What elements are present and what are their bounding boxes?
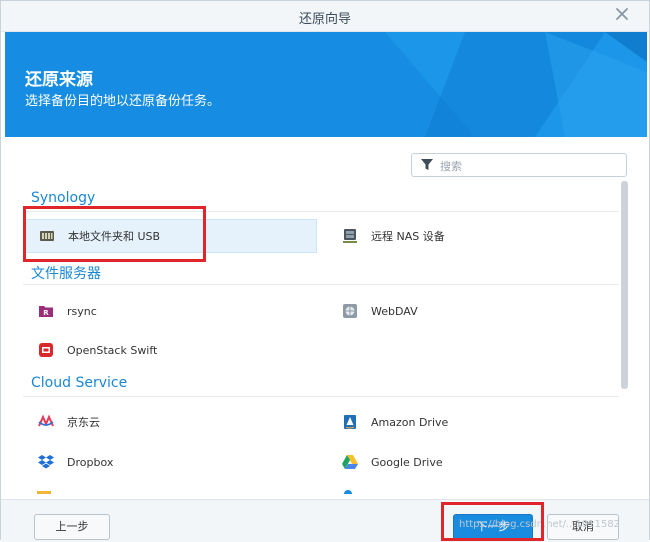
source-item-label: WebDAV — [371, 304, 418, 318]
divider — [23, 211, 619, 212]
group-label-cloud-service: Cloud Service — [31, 375, 128, 391]
banner-subtitle: 选择备份目的地以还原备份任务。 — [25, 94, 221, 109]
source-item-label: 本地文件夹和 USB — [68, 230, 161, 243]
source-item-openstack-swift[interactable]: OpenStack Swift — [25, 333, 317, 367]
source-item-webdav[interactable]: WebDAV — [329, 294, 621, 328]
source-item-amazon-drive[interactable]: Amazon Drive — [329, 405, 621, 439]
source-item-label: Amazon Drive — [371, 415, 449, 429]
title-bar: 还原向导 — [1, 1, 649, 32]
search-box[interactable] — [411, 153, 627, 177]
google-drive-icon — [341, 453, 359, 471]
source-item-dropbox[interactable]: Dropbox — [25, 445, 317, 479]
next-row-icon-partial — [37, 491, 51, 494]
openstack-swift-icon — [37, 341, 55, 359]
source-item-google-drive[interactable]: Google Drive — [329, 445, 621, 479]
amazon-drive-icon — [341, 413, 359, 431]
source-item-label: 京东云 — [67, 416, 100, 429]
group-label-file-server: 文件服务器 — [31, 266, 101, 282]
back-button[interactable]: 上一步 — [34, 514, 110, 540]
divider — [23, 284, 619, 285]
source-item-label: Dropbox — [67, 455, 114, 469]
filter-icon — [421, 159, 433, 170]
restore-wizard-dialog: 还原向导 还原来源 选择备份目的地以还原备份任务。 Synology 本地文件夹… — [0, 0, 650, 542]
next-row-icon-partial — [344, 490, 352, 494]
webdav-icon — [341, 302, 359, 320]
close-icon[interactable] — [613, 5, 631, 23]
source-item-label: Google Drive — [371, 455, 443, 469]
dropbox-icon — [37, 453, 55, 471]
rsync-icon: R — [37, 302, 55, 320]
jdcloud-icon — [37, 413, 55, 431]
svg-text:R: R — [43, 309, 49, 317]
watermark-text: https://blog.csdn.net/...1911582 — [459, 519, 621, 530]
scrollbar[interactable] — [621, 181, 628, 389]
source-item-label: 远程 NAS 设备 — [371, 230, 445, 243]
source-item-jdcloud[interactable]: 京东云 — [25, 405, 317, 439]
header-banner: 还原来源 选择备份目的地以还原备份任务。 — [5, 32, 647, 137]
search-input[interactable] — [438, 156, 622, 176]
source-item-local-folder-usb[interactable]: 本地文件夹和 USB — [25, 219, 317, 253]
source-item-remote-nas[interactable]: 远程 NAS 设备 — [329, 219, 621, 253]
divider — [23, 396, 619, 397]
source-item-rsync[interactable]: R rsync — [25, 294, 317, 328]
group-label-synology: Synology — [31, 190, 96, 206]
source-item-label: rsync — [67, 304, 97, 318]
dialog-title: 还原向导 — [298, 12, 351, 27]
banner-heading: 还原来源 — [25, 70, 93, 90]
remote-nas-icon — [341, 227, 359, 245]
local-folder-usb-icon — [38, 227, 56, 245]
source-item-label: OpenStack Swift — [67, 343, 158, 357]
